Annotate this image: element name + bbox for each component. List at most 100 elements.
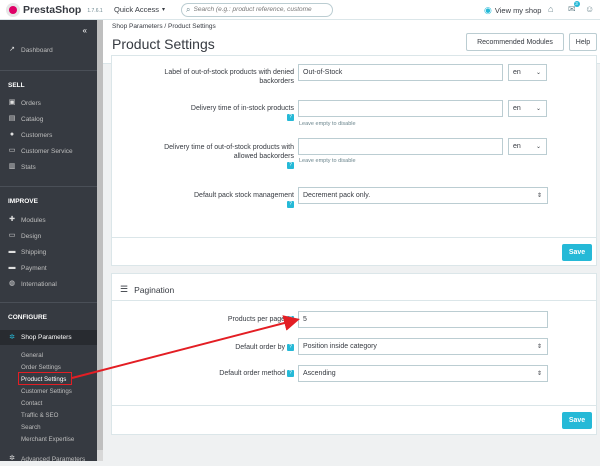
language-select[interactable]: en ⌄ (508, 100, 547, 117)
sidebar-item-shipping[interactable]: ▬ Shipping (0, 245, 97, 259)
sidebar-item-modules[interactable]: ✚ Modules (0, 213, 97, 227)
sidebar-item-label: Stats (21, 163, 36, 171)
sidebar-item-label: Dashboard (21, 46, 53, 54)
globe-icon: ◍ (8, 280, 16, 287)
submenu-item-customer-settings[interactable]: Customer Settings (21, 388, 72, 395)
divider (0, 186, 97, 187)
sidebar-item-customer-service[interactable]: ▭ Customer Service (0, 144, 97, 158)
breadcrumb-shop-parameters[interactable]: Shop Parameters (112, 23, 163, 30)
label-denied-backorders-input[interactable]: Out-of-Stock (298, 64, 503, 81)
help-icon[interactable]: ? (287, 113, 294, 121)
products-per-page-label: Products per page ? (152, 315, 294, 324)
language-select[interactable]: en ⌄ (508, 138, 547, 155)
help-icon[interactable]: ? (287, 343, 294, 351)
inbox-icon: ▣ (8, 99, 16, 106)
account-circle-icon: ● (9, 131, 15, 138)
default-order-method-value: Ascending (303, 370, 336, 377)
notifications-icon[interactable]: ✉ 3 (568, 1, 580, 15)
settings-applications-icon: ✲ (9, 455, 15, 462)
language-value: en (513, 69, 521, 76)
pack-stock-select[interactable]: Decrement pack only. ⇕ (298, 187, 548, 204)
quick-access-menu[interactable]: Quick Access ▾ (114, 5, 165, 14)
sidebar-item-label: Payment (21, 264, 47, 272)
submenu-item-general[interactable]: General (21, 352, 43, 359)
language-select[interactable]: en ⌄ (508, 64, 547, 81)
pack-stock-value: Decrement pack only. (303, 192, 371, 199)
chevron-down-icon: ⌄ (535, 106, 541, 112)
brand-logo[interactable]: PrestaShop 1.7.6.1 (0, 2, 106, 17)
page-title: Product Settings (112, 36, 215, 52)
help-icon[interactable]: ? (287, 369, 294, 377)
puzzle-icon: ✚ (9, 216, 15, 223)
sidebar-item-label: Customer Service (21, 147, 73, 155)
prestashop-logo-icon (6, 2, 20, 17)
help-icon[interactable]: ? (287, 315, 294, 323)
shopping-basket-icon[interactable]: ⌂ (548, 4, 553, 14)
submenu-item-contact[interactable]: Contact (21, 400, 42, 407)
default-order-method-select[interactable]: Ascending ⇕ (298, 365, 548, 382)
help-icon[interactable]: ? (287, 200, 294, 208)
sidebar-item-label: Shop Parameters (21, 334, 72, 341)
page-scrollbar-thumb[interactable] (97, 20, 103, 450)
user-icon[interactable]: ☺ (585, 4, 594, 14)
card-footer-divider (112, 405, 596, 406)
sidebar-item-advanced-parameters[interactable]: ✲ Advanced Parameters (0, 452, 97, 466)
search-box[interactable]: ⌕ (181, 2, 334, 17)
submenu-item-merchant-expertise[interactable]: Merchant Expertise (21, 436, 74, 443)
sidebar-item-orders[interactable]: ▣ Orders (0, 96, 97, 110)
help-button[interactable]: Help (569, 33, 597, 51)
sort-arrows-icon: ⇕ (536, 344, 542, 350)
save-button[interactable]: Save (562, 412, 592, 429)
caret-down-icon: ▾ (162, 7, 166, 13)
sidebar-item-label: Customers (21, 131, 53, 139)
label-denied-backorders-label: Label of out-of-stock products with deni… (164, 69, 294, 85)
default-order-method-text: Default order method (219, 370, 286, 377)
default-order-method-label: Default order method ? (152, 369, 294, 378)
sidebar-item-stats[interactable]: ▥ Stats (0, 160, 97, 174)
delivery-out-stock-input[interactable] (298, 138, 503, 155)
eye-icon: ◉ (484, 5, 492, 15)
chevron-down-icon: ⌄ (535, 70, 541, 76)
recommended-modules-button[interactable]: Recommended Modules (466, 33, 564, 51)
sidebar-item-catalog[interactable]: ▤ Catalog (0, 112, 97, 126)
sidebar-item-design[interactable]: ▭ Design (0, 229, 97, 243)
list-icon: ☰ (120, 284, 129, 294)
sidebar-item-customers[interactable]: ● Customers (0, 128, 97, 142)
products-per-page-input[interactable]: 5 (298, 311, 548, 328)
store-icon: ▤ (8, 115, 16, 122)
sidebar-item-label: Advanced Parameters (21, 455, 86, 463)
delivery-out-stock-hint: Leave empty to disable (299, 158, 356, 164)
submenu-item-traffic-seo[interactable]: Traffic & SEO (21, 412, 58, 419)
sort-arrows-icon: ⇕ (536, 371, 542, 377)
section-heading-configure: CONFIGURE (8, 314, 47, 321)
sidebar-item-international[interactable]: ◍ International (0, 277, 97, 291)
sidebar-item-payment[interactable]: ▬ Payment (0, 261, 97, 275)
delivery-in-stock-label: Delivery time of in-stock products ? (152, 104, 294, 122)
default-order-by-select[interactable]: Position inside category ⇕ (298, 338, 548, 355)
pack-stock-text: Default pack stock management (194, 192, 294, 199)
default-order-by-value: Position inside category (303, 343, 377, 350)
sidebar-item-shop-parameters[interactable]: ✲ Shop Parameters (0, 330, 97, 345)
delivery-out-stock-text: Delivery time of out-of-stock products w… (164, 144, 294, 160)
chevron-down-icon: ⌄ (535, 144, 541, 150)
sidebar-item-dashboard[interactable]: ↗ Dashboard (0, 43, 97, 57)
help-icon[interactable]: ? (287, 161, 294, 169)
sidebar-item-label: Shipping (21, 248, 47, 256)
default-order-by-label: Default order by ? (152, 343, 294, 352)
save-button[interactable]: Save (562, 244, 592, 261)
truck-icon: ▬ (8, 248, 16, 255)
collapse-sidebar-icon[interactable]: « (83, 26, 87, 35)
card-header-divider (112, 300, 596, 301)
delivery-in-stock-input[interactable] (298, 100, 503, 117)
breadcrumb: Shop Parameters / Product Settings (112, 23, 216, 30)
breadcrumb-product-settings[interactable]: Product Settings (168, 23, 216, 30)
submenu-item-order-settings[interactable]: Order Settings (21, 364, 61, 371)
section-heading-improve: IMPROVE (8, 198, 38, 205)
language-value: en (513, 143, 521, 150)
version-label: 1.7.6.1 (87, 8, 103, 14)
search-input[interactable] (193, 6, 332, 13)
view-shop-link[interactable]: ◉ View my shop (484, 5, 541, 16)
pagination-title: Pagination (134, 284, 175, 295)
submenu-item-search[interactable]: Search (21, 424, 41, 431)
search-icon: ⌕ (186, 4, 191, 14)
